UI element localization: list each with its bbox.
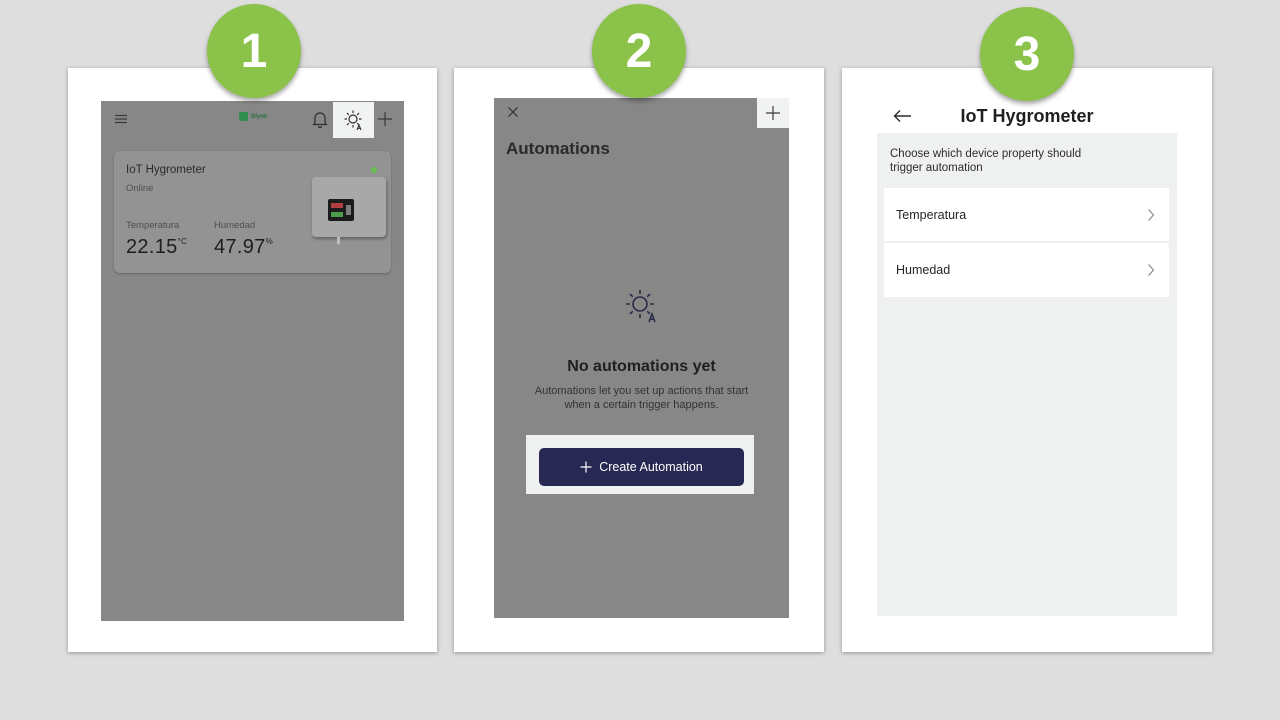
property-row-humedad[interactable]: Humedad xyxy=(884,243,1169,297)
add-automation-top-button[interactable] xyxy=(757,98,789,128)
device-name: IoT Hygrometer xyxy=(126,164,206,176)
property-label-temperatura: Temperatura xyxy=(896,207,967,222)
plus-icon[interactable] xyxy=(377,111,393,127)
close-icon[interactable] xyxy=(507,106,519,118)
device-status: Online xyxy=(126,183,154,194)
metric-value-humedad: 47.97% xyxy=(214,236,273,259)
property-panel: Choose which device property should trig… xyxy=(877,133,1177,616)
create-automation-button[interactable]: Create Automation xyxy=(539,448,744,486)
property-label-humedad: Humedad xyxy=(896,263,951,277)
sun-automation-icon xyxy=(343,109,365,131)
online-status-dot xyxy=(371,167,377,173)
empty-state-description: Automations let you set up actions that … xyxy=(494,384,789,412)
step-1-badge: 1 xyxy=(207,4,301,98)
empty-state-title: No automations yet xyxy=(567,358,716,375)
empty-state-description-line-2: when a certain trigger happens. xyxy=(564,399,719,411)
step-2-badge: 2 xyxy=(592,4,686,98)
device-card[interactable]: IoT Hygrometer Online Temperatura 22.15°… xyxy=(114,151,391,273)
device-screen xyxy=(328,199,354,221)
blynk-logo-text: Blynk xyxy=(251,113,268,120)
metric-value-temperatura: 22.15°C xyxy=(126,236,187,259)
property-instructions-line-1: Choose which device property should xyxy=(890,148,1082,160)
automations-button[interactable] xyxy=(333,102,374,138)
home-screen: Blynk IoT Hygrometer Online Temperatura … xyxy=(101,101,404,621)
device-screen-readout-side xyxy=(346,205,351,215)
plus-icon xyxy=(580,461,592,473)
temperatura-unit: °C xyxy=(177,237,188,246)
page-title: Automations xyxy=(506,139,610,158)
chevron-right-icon xyxy=(1147,208,1155,222)
humedad-unit: % xyxy=(265,237,273,246)
property-instructions-line-2: trigger automation xyxy=(890,162,983,174)
sun-automation-icon xyxy=(623,287,661,325)
blynk-logo: Blynk xyxy=(239,112,267,121)
device-screen-readout-red xyxy=(331,203,343,208)
device-image xyxy=(312,177,386,244)
bell-icon[interactable] xyxy=(312,110,328,128)
device-cable xyxy=(337,237,340,244)
device-property-screen: IoT Hygrometer Choose which device prope… xyxy=(877,98,1177,616)
humedad-value: 47.97 xyxy=(214,236,266,258)
chevron-right-icon xyxy=(1147,263,1155,277)
plus-icon xyxy=(765,105,781,121)
empty-state-description-line-1: Automations let you set up actions that … xyxy=(534,385,749,397)
create-automation-label: Create Automation xyxy=(599,460,703,474)
metric-label-temperatura: Temperatura xyxy=(126,220,180,231)
blynk-logo-icon xyxy=(239,112,248,121)
page-title: IoT Hygrometer xyxy=(960,106,1094,126)
property-instructions: Choose which device property should trig… xyxy=(890,147,1081,175)
metric-label-humedad: Humedad xyxy=(214,220,256,231)
step-3-badge: 3 xyxy=(980,7,1074,101)
property-row-temperatura[interactable]: Temperatura xyxy=(884,188,1169,242)
hamburger-menu-icon[interactable] xyxy=(114,112,128,126)
device-screen-readout-green xyxy=(331,212,343,217)
temperatura-value: 22.15 xyxy=(126,236,178,258)
automations-screen: Automations No automations yet Automatio… xyxy=(494,98,789,618)
